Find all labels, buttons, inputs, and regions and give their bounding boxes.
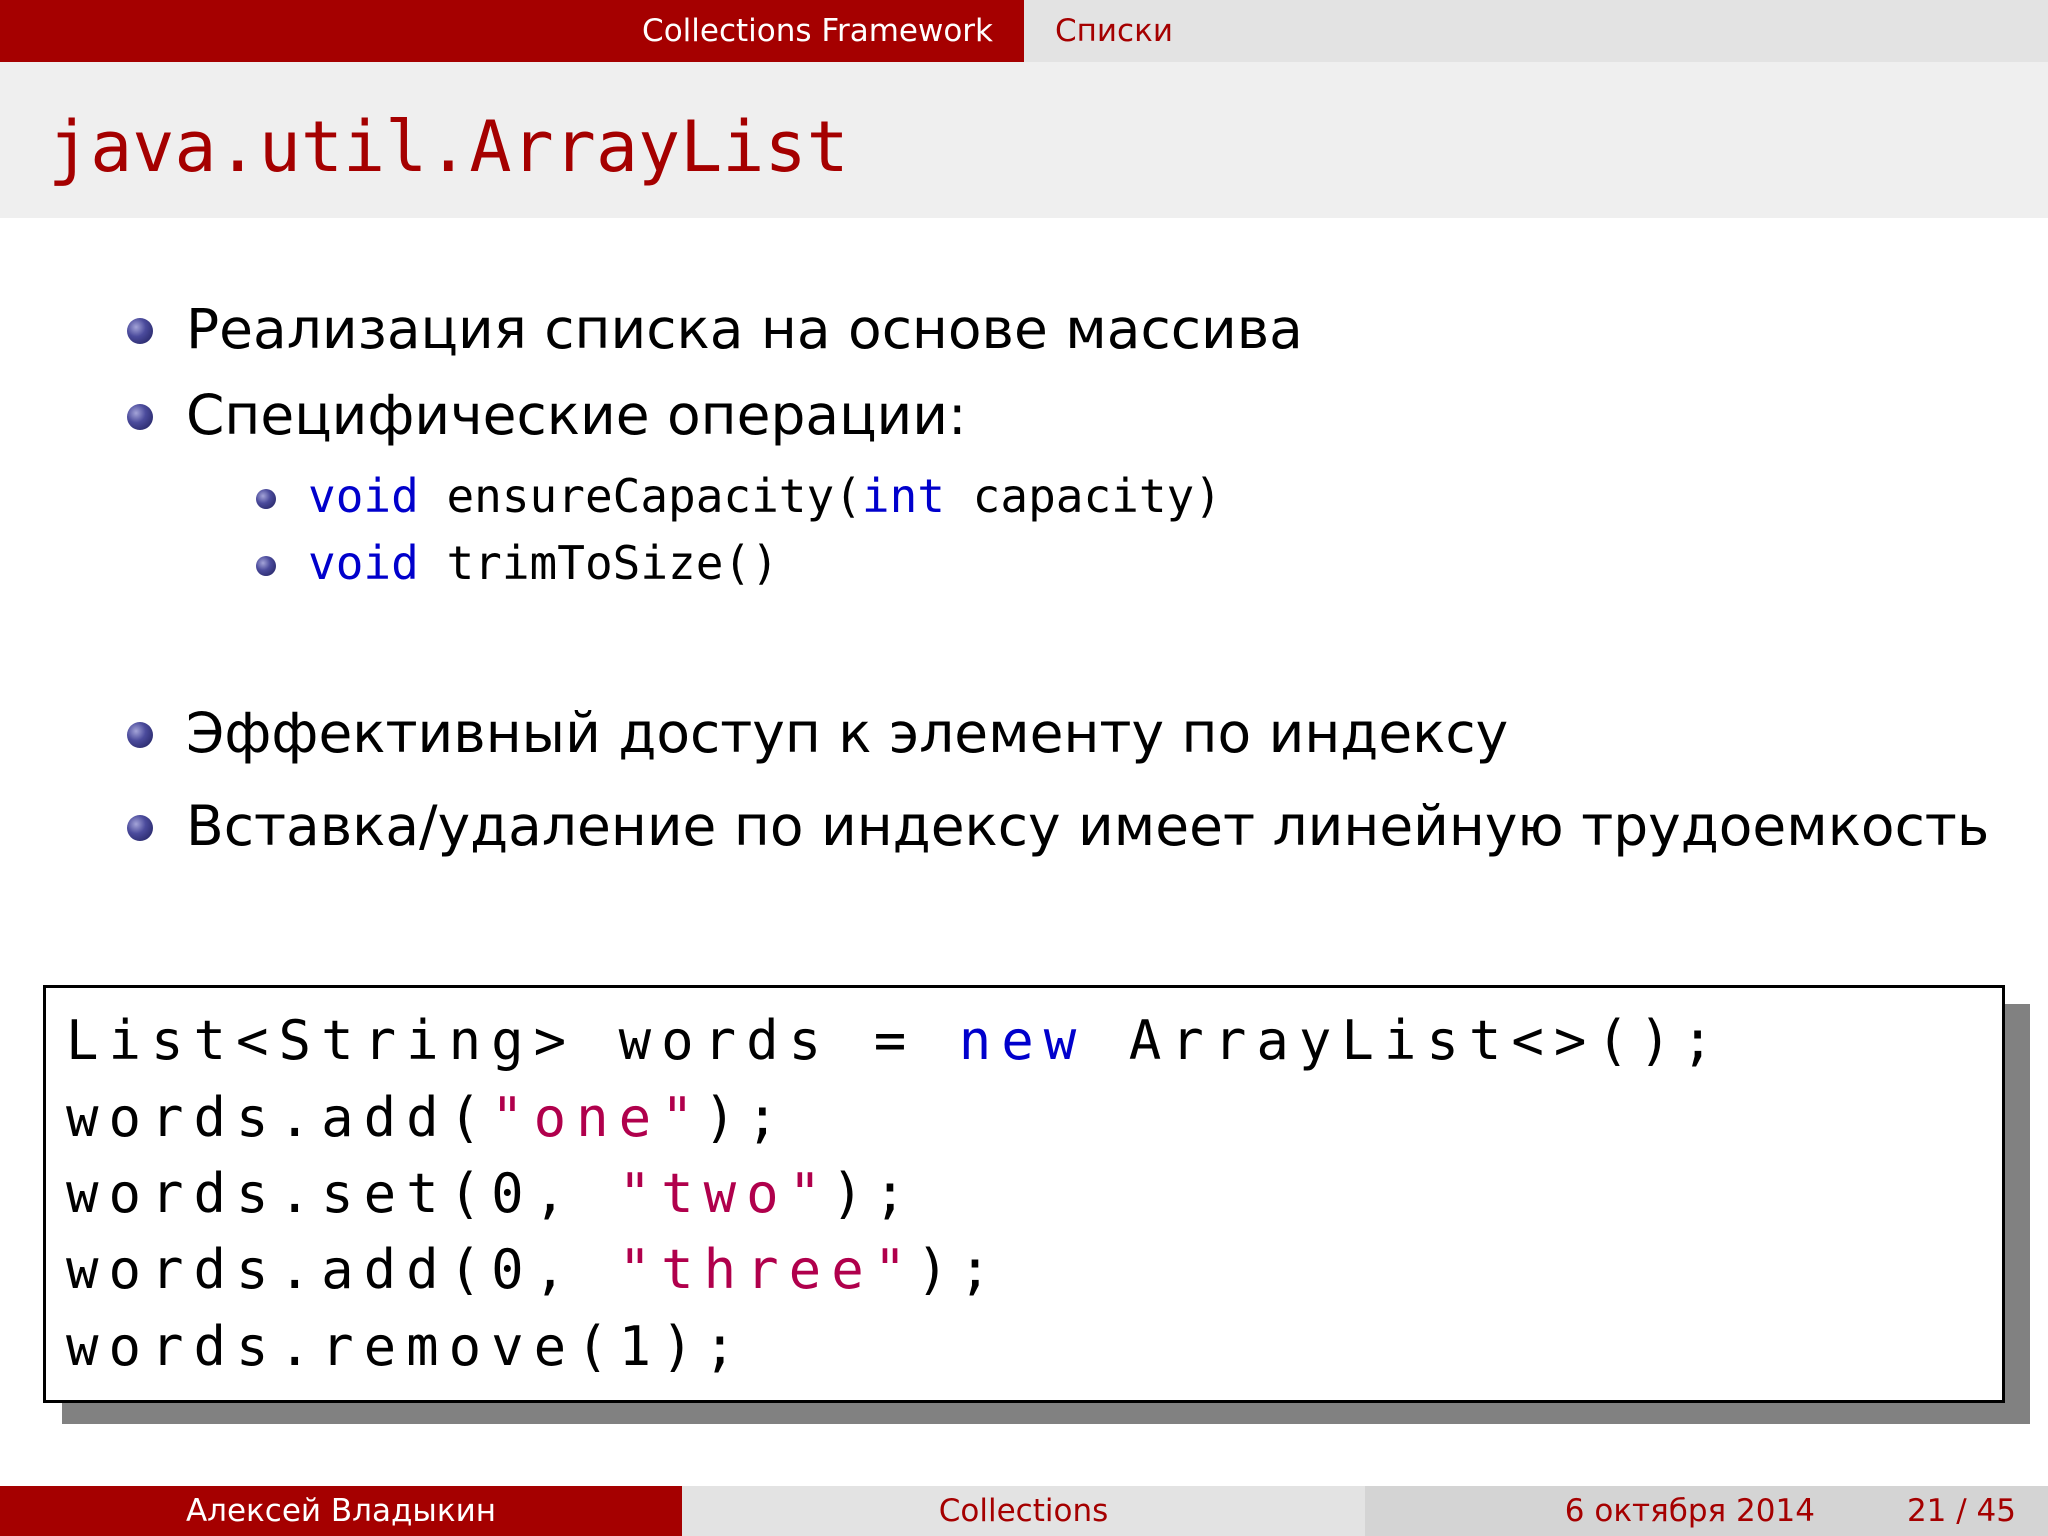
code-string: "two" bbox=[618, 1162, 832, 1225]
code-token: ); bbox=[916, 1238, 1002, 1301]
operation-param-type: int bbox=[861, 469, 945, 523]
footer-date-area: 6 октября 2014 21 / 45 bbox=[1365, 1486, 2048, 1536]
bullet-ball-icon bbox=[127, 722, 153, 748]
bullet-ball-icon bbox=[127, 318, 153, 344]
code-token: words.set(0, bbox=[66, 1162, 619, 1225]
operation-return-type: void bbox=[308, 469, 419, 523]
frame-title-bar: java.util.ArrayList bbox=[0, 62, 2048, 218]
code-token: words.add(0, bbox=[66, 1238, 619, 1301]
nav-subsection-area: Списки bbox=[1024, 0, 2048, 62]
code-string: "three" bbox=[618, 1238, 917, 1301]
bullet-text: Вставка/удаление по индексу имеет линейн… bbox=[186, 794, 1990, 858]
sub-bullet-ball-icon bbox=[256, 489, 276, 509]
bullet-text: Специфические операции: bbox=[186, 383, 967, 447]
sub-bullet-ball-icon bbox=[256, 556, 276, 576]
code-line: words.set(0, "two"); bbox=[66, 1167, 916, 1221]
bullet-text: Реализация списка на основе массива bbox=[186, 297, 1303, 361]
code-line: List<String> words = new ArrayList<>(); bbox=[66, 1014, 1724, 1068]
footer-title-area: Collections bbox=[682, 1486, 1365, 1536]
code-string: "one" bbox=[491, 1086, 704, 1149]
code-keyword: new bbox=[958, 1009, 1087, 1072]
code-token: ); bbox=[831, 1162, 917, 1225]
footer-author: Алексей Владыкин bbox=[185, 1493, 497, 1529]
operation-signature: void ensureCapacity(int capacity) bbox=[308, 473, 1222, 519]
code-line: words.add(0, "three"); bbox=[66, 1243, 1001, 1297]
code-token: words.remove(1); bbox=[66, 1315, 747, 1378]
slide-title: java.util.ArrayList bbox=[48, 106, 849, 188]
operation-return-type: void bbox=[308, 536, 419, 590]
bullet-text: Эффективный доступ к элементу по индексу bbox=[186, 701, 1509, 765]
footer-date: 6 октября 2014 bbox=[1564, 1493, 1815, 1529]
operation-name: trimToSize() bbox=[418, 536, 779, 590]
bullet-ball-icon bbox=[127, 404, 153, 430]
nav-section-link[interactable]: Collections Framework bbox=[642, 13, 993, 49]
code-token: words.add( bbox=[66, 1086, 492, 1149]
code-line: words.add("one"); bbox=[66, 1091, 789, 1145]
footer-author-area: Алексей Владыкин bbox=[0, 1486, 682, 1536]
code-block: List<String> words = new ArrayList<>(); w… bbox=[43, 985, 2005, 1403]
operation-signature: void trimToSize() bbox=[308, 540, 779, 586]
footer-bar: Алексей Владыкин Collections 6 октября 2… bbox=[0, 1486, 2048, 1536]
code-token: List<String> words = bbox=[66, 1009, 959, 1072]
nav-section-area: Collections Framework bbox=[0, 0, 1024, 62]
code-line: words.remove(1); bbox=[66, 1320, 746, 1374]
footer-short-title: Collections bbox=[938, 1493, 1109, 1529]
top-nav-bar: Collections Framework Списки bbox=[0, 0, 2048, 62]
operation-param: capacity) bbox=[944, 469, 1222, 523]
operation-name: ensureCapacity( bbox=[418, 469, 862, 523]
code-token: ArrayList<>(); bbox=[1086, 1009, 1724, 1072]
code-token: ); bbox=[703, 1086, 789, 1149]
bullet-ball-icon bbox=[127, 815, 153, 841]
footer-page-number: 21 / 45 bbox=[1906, 1493, 2016, 1529]
nav-subsection-link[interactable]: Списки bbox=[1055, 13, 1173, 49]
